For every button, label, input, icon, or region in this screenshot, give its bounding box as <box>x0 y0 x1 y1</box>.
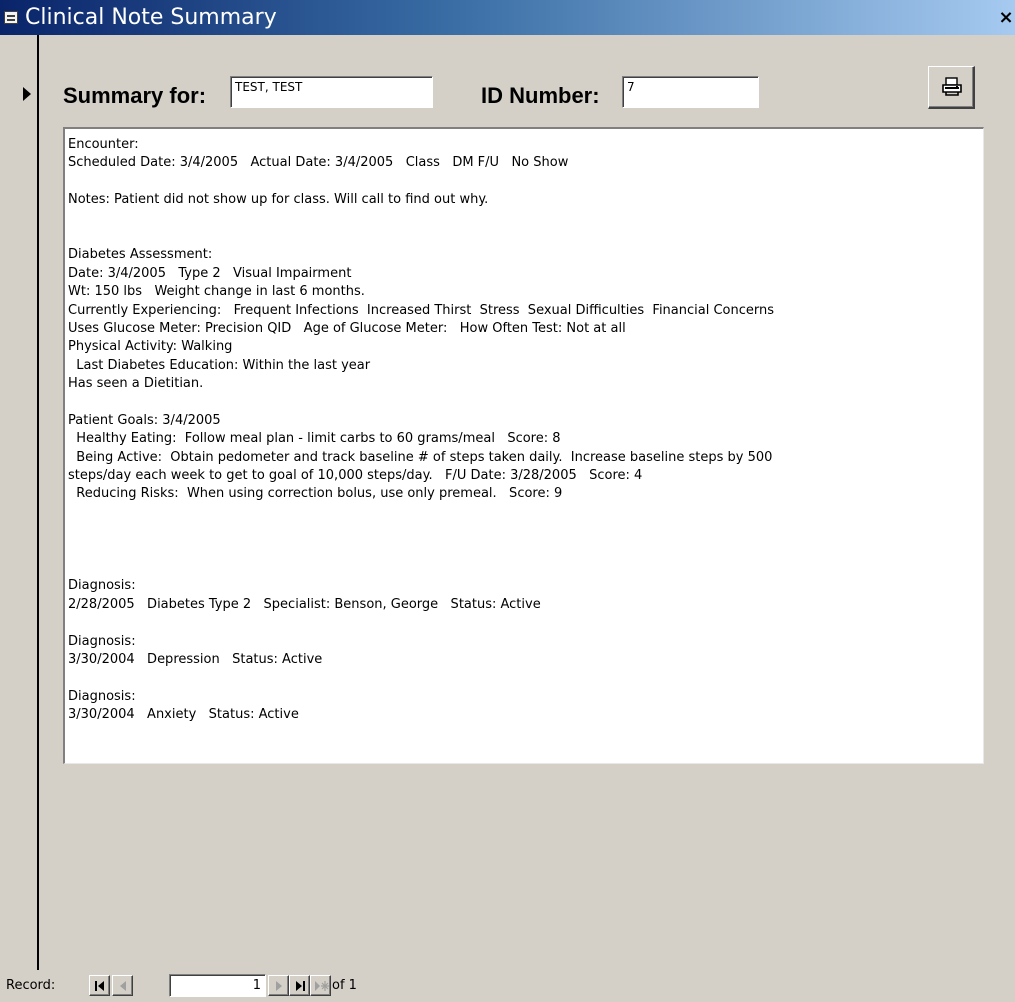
memo-line: Currently Experiencing: Frequent Infecti… <box>68 302 775 318</box>
memo-line <box>68 504 983 522</box>
summary-for-field[interactable]: TEST, TEST <box>230 76 433 108</box>
current-record-arrow-icon <box>23 87 31 101</box>
close-button[interactable]: × <box>997 9 1015 27</box>
memo-line: 3/30/2004 Anxiety Status: Active <box>68 707 299 723</box>
memo-line: Healthy Eating: Follow meal plan - limit… <box>68 431 561 447</box>
memo-line <box>68 522 983 540</box>
memo-line: Physical Activity: Walking <box>68 339 233 355</box>
memo-line: steps/day each week to get to goal of 10… <box>68 468 643 484</box>
form-icon[interactable] <box>4 11 18 24</box>
memo-line: Diagnosis: <box>68 578 136 594</box>
memo-line: 2/28/2005 Diabetes Type 2 Specialist: Be… <box>68 596 541 612</box>
memo-line: Diagnosis: <box>68 633 136 649</box>
memo-line <box>68 541 983 559</box>
memo-line: Scheduled Date: 3/4/2005 Actual Date: 3/… <box>68 155 569 171</box>
memo-line <box>68 393 983 411</box>
memo-line: Diagnosis: <box>68 688 136 704</box>
memo-line: Uses Glucose Meter: Precision QID Age of… <box>68 320 626 336</box>
new-record-button[interactable] <box>310 975 331 996</box>
last-record-icon <box>296 981 305 991</box>
id-number-label: ID Number: <box>481 83 600 108</box>
next-record-icon <box>276 981 282 991</box>
title-bar: Clinical Note Summary × <box>0 0 1015 35</box>
memo-line <box>68 669 983 687</box>
memo-line: Being Active: Obtain pedometer and track… <box>68 449 773 465</box>
record-count-label: of 1 <box>332 978 357 993</box>
printer-icon <box>942 77 962 96</box>
new-record-icon <box>315 981 329 991</box>
first-record-icon <box>95 981 104 991</box>
record-selector[interactable] <box>0 35 39 970</box>
memo-line: Wt: 150 lbs Weight change in last 6 mont… <box>68 284 365 300</box>
memo-line: 3/30/2004 Depression Status: Active <box>68 651 323 667</box>
previous-record-button[interactable] <box>112 975 133 996</box>
previous-record-icon <box>120 981 126 991</box>
memo-line: Date: 3/4/2005 Type 2 Visual Impairment <box>68 265 352 281</box>
memo-line <box>68 228 983 246</box>
memo-line <box>68 559 983 577</box>
record-label: Record: <box>6 978 56 993</box>
memo-line: Encounter: <box>68 137 139 152</box>
summary-for-label: Summary for: <box>63 83 207 108</box>
window-title: Clinical Note Summary <box>25 5 277 30</box>
memo-line: Notes: Patient did not show up for class… <box>68 192 489 208</box>
memo-line: Reducing Risks: When using correction bo… <box>68 486 563 502</box>
record-navigation-bar: Record: 1 of 1 <box>0 970 1015 1002</box>
memo-line <box>68 173 983 191</box>
memo-line <box>68 614 983 632</box>
clinical-note-memo[interactable]: Encounter: Scheduled Date: 3/4/2005 Actua… <box>63 127 984 764</box>
memo-line: Has seen a Dietitian. <box>68 376 204 392</box>
memo-line: Patient Goals: 3/4/2005 <box>68 412 221 428</box>
memo-line <box>68 210 983 228</box>
print-button[interactable] <box>928 66 975 109</box>
memo-line: Last Diabetes Education: Within the last… <box>68 357 371 373</box>
first-record-button[interactable] <box>89 975 110 996</box>
next-record-button[interactable] <box>268 975 289 996</box>
last-record-button[interactable] <box>289 975 310 996</box>
current-record-field[interactable]: 1 <box>169 974 266 997</box>
id-number-field[interactable]: 7 <box>622 76 759 108</box>
memo-line: Diabetes Assessment: <box>68 247 213 263</box>
